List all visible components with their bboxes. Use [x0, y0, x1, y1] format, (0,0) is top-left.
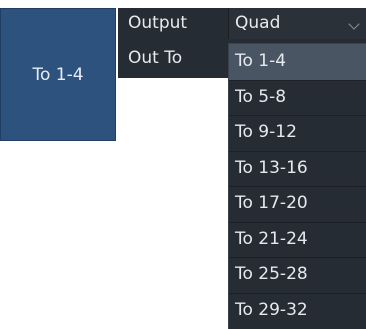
- dropdown-option[interactable]: To 21-24: [229, 222, 366, 258]
- output-select[interactable]: Quad: [228, 8, 366, 39]
- output-tile[interactable]: To 1-4: [0, 8, 116, 141]
- dropdown-divider: [229, 221, 366, 223]
- dropdown-divider: [229, 150, 366, 152]
- dropdown-option[interactable]: To 9-12: [229, 115, 366, 151]
- dropdown-divider: [229, 186, 366, 187]
- dropdown-option[interactable]: To 1-4: [229, 44, 366, 80]
- dropdown-option[interactable]: To 13-16: [229, 151, 366, 187]
- out-to-label: Out To: [128, 48, 183, 68]
- dropdown-divider: [229, 292, 366, 294]
- chevron-down-icon[interactable]: [348, 18, 360, 30]
- dropdown-option[interactable]: To 25-28: [229, 257, 366, 293]
- out-to-dropdown[interactable]: To 1-4 To 5-8 To 9-12 To 13-16 To 17-20 To 21…: [228, 43, 366, 329]
- property-row-output: Output Quad: [118, 8, 366, 39]
- dropdown-divider: [229, 79, 366, 81]
- output-label: Output: [128, 13, 188, 33]
- output-select-value: Quad: [235, 13, 281, 33]
- dropdown-option[interactable]: To 5-8: [229, 80, 366, 116]
- dropdown-option[interactable]: To 17-20: [229, 186, 366, 222]
- app-root: To 1-4 Output Quad Out To To 1-4 To 5-8 To…: [0, 0, 366, 329]
- output-tile-label: To 1-4: [32, 64, 84, 85]
- dropdown-divider: [229, 115, 366, 116]
- dropdown-option[interactable]: To 29-32: [229, 293, 366, 329]
- dropdown-divider: [229, 257, 366, 258]
